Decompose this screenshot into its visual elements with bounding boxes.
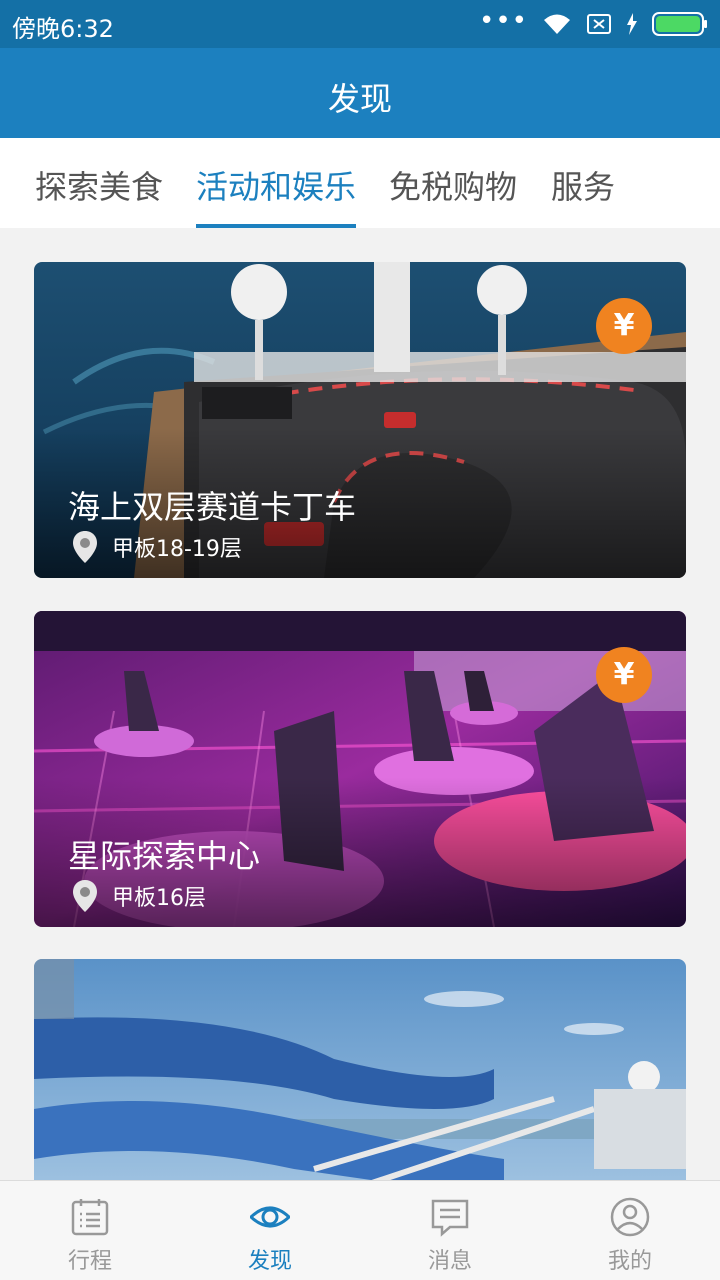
location-pin-icon	[73, 531, 97, 563]
eye-icon	[250, 1206, 290, 1228]
profile-icon	[610, 1197, 650, 1237]
no-sim-icon	[587, 14, 611, 34]
nav-label: 消息	[427, 1249, 472, 1274]
nav-label: 行程	[67, 1249, 112, 1274]
card-title: 星际探索中心	[68, 837, 261, 875]
nav-messages[interactable]: 消息	[360, 1181, 540, 1280]
message-icon	[431, 1199, 469, 1237]
app-header: 发现	[0, 48, 720, 138]
more-dots-icon: •••	[478, 6, 528, 36]
bottom-nav: 行程 发现 消息 我的	[0, 1180, 720, 1280]
tab-activities-entertainment[interactable]: 活动和娱乐	[196, 162, 356, 208]
nav-label: 发现	[247, 1249, 292, 1274]
activity-card-go-kart[interactable]: ¥ 海上双层赛道卡丁车 甲板18-19层	[34, 262, 686, 578]
active-tab-indicator	[196, 224, 356, 228]
nav-discover[interactable]: 发现	[180, 1181, 360, 1280]
category-tabs: 探索美食 活动和娱乐 免税购物 服务	[0, 138, 720, 228]
status-bar: 傍晚6:32 •••	[0, 0, 720, 48]
card-location: 甲板18-19层	[72, 530, 242, 564]
status-icons: •••	[478, 6, 708, 38]
status-time: 傍晚6:32	[12, 15, 114, 43]
location-text: 甲板18-19层	[112, 537, 242, 562]
battery-icon	[652, 12, 707, 36]
activity-card-space-center[interactable]: ¥ 星际探索中心 甲板16层	[34, 611, 686, 927]
nav-itinerary[interactable]: 行程	[0, 1181, 180, 1280]
nav-label: 我的	[607, 1249, 652, 1274]
price-badge: ¥	[596, 298, 652, 354]
page-title: 发现	[327, 80, 392, 118]
wifi-icon	[544, 14, 570, 34]
tab-services[interactable]: 服务	[551, 162, 615, 208]
tab-food[interactable]: 探索美食	[35, 162, 163, 208]
card-title: 海上双层赛道卡丁车	[68, 488, 357, 526]
nav-profile[interactable]: 我的	[540, 1181, 720, 1280]
card-location: 甲板16层	[72, 879, 206, 913]
location-pin-icon	[73, 880, 97, 912]
charging-icon	[627, 13, 637, 35]
price-badge: ¥	[596, 647, 652, 703]
location-text: 甲板16层	[112, 886, 206, 911]
tab-duty-free-shopping[interactable]: 免税购物	[389, 162, 517, 208]
calendar-list-icon	[71, 1199, 109, 1236]
